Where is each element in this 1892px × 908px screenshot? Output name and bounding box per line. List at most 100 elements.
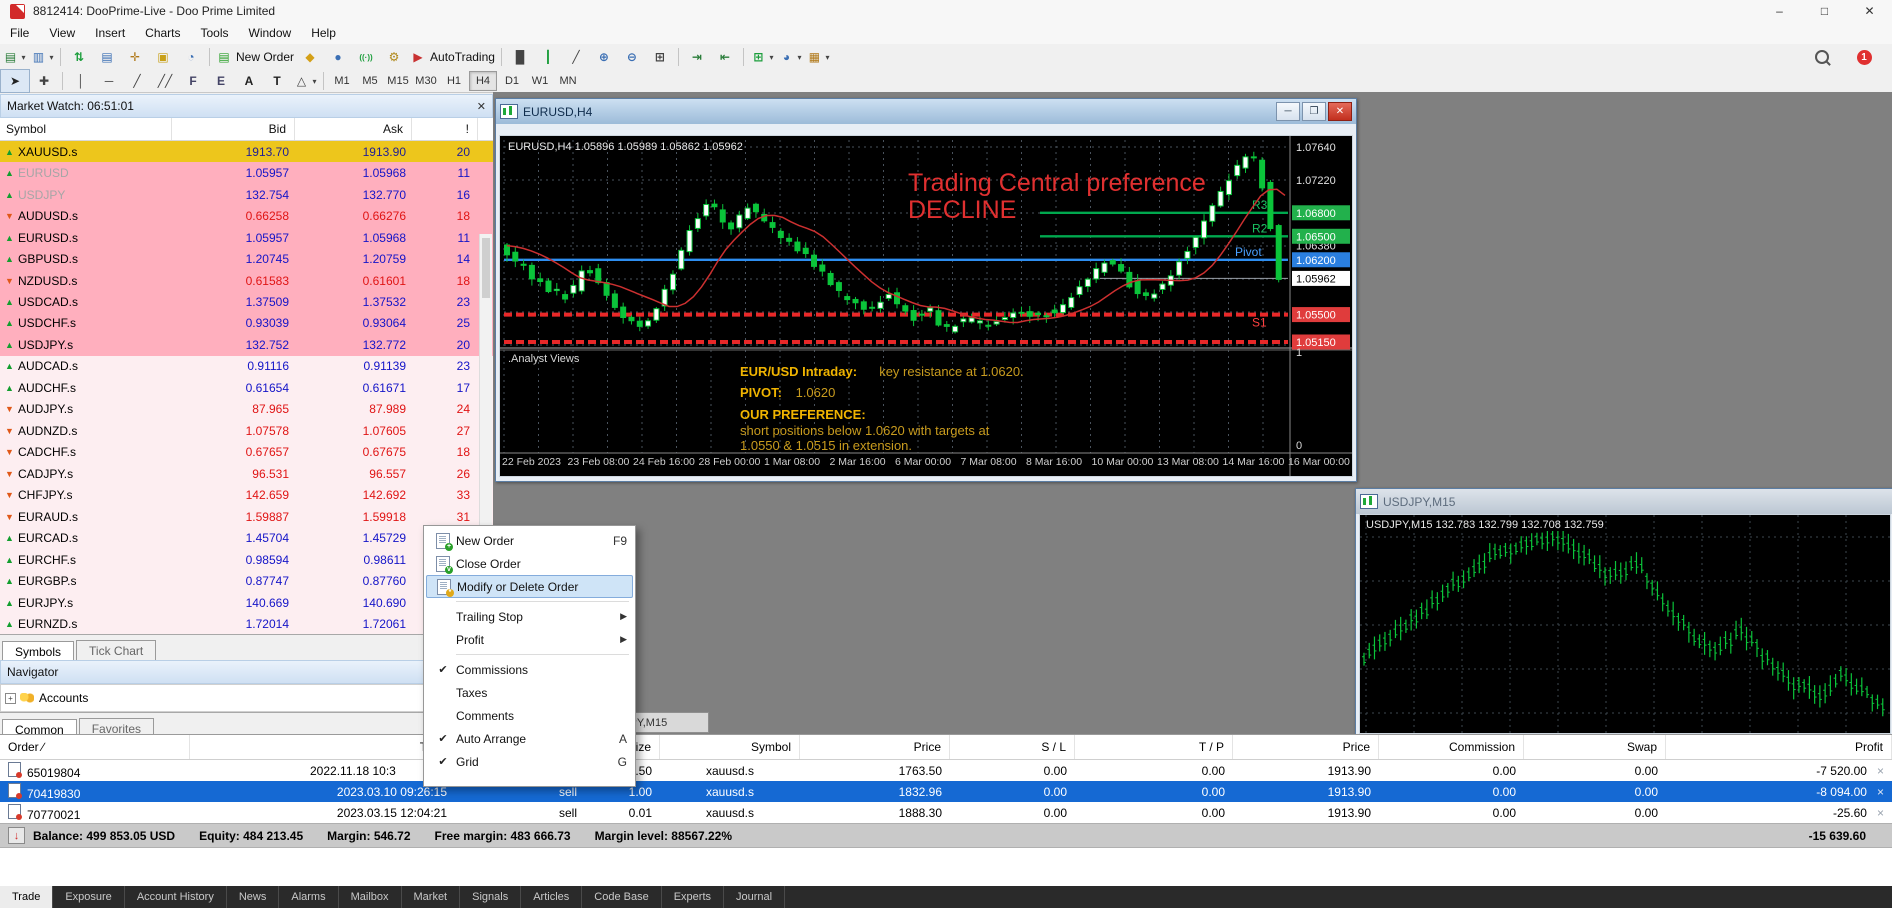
channel-button[interactable]: ╱╱ — [151, 70, 179, 92]
cursor-button[interactable]: ➤ — [0, 69, 30, 93]
market-watch-row-cadjpy.s[interactable]: ▼CADJPY.s96.53196.55726 — [0, 463, 493, 484]
toolbox-tab-signals[interactable]: Signals — [460, 886, 521, 908]
strategy-tester-button[interactable]: ◔ — [177, 46, 205, 68]
chart-usdjpy-canvas[interactable]: USDJPY,M15 132.783 132.799 132.708 132.7… — [1359, 514, 1891, 734]
toolbox-tab-account-history[interactable]: Account History — [125, 886, 227, 908]
toolbox-tab-code-base[interactable]: Code Base — [582, 886, 661, 908]
toolbox-tab-exposure[interactable]: Exposure — [53, 886, 124, 908]
terminal-col-symbol[interactable]: Symbol — [660, 735, 800, 759]
market-watch-row-gbpusd.s[interactable]: ▲GBPUSD.s1.207451.2075914 — [0, 248, 493, 269]
terminal-col-tp[interactable]: T / P — [1075, 735, 1233, 759]
timeframe-m1[interactable]: M1 — [329, 72, 355, 90]
balance-arrow-icon[interactable]: ↓ — [8, 827, 25, 844]
timeframe-mn[interactable]: MN — [555, 72, 581, 90]
terminal-col-swap[interactable]: Swap — [1524, 735, 1666, 759]
market-watch-row-eurusd[interactable]: ▲EURUSD1.059571.0596811 — [0, 162, 493, 183]
signals-button[interactable]: ((·)) — [352, 46, 380, 68]
market-watch-row-eurnzd.s[interactable]: ▲EURNZD.s1.720141.7206147 — [0, 613, 493, 634]
market-watch-row-audchf.s[interactable]: ▲AUDCHF.s0.616540.6167117 — [0, 377, 493, 398]
menu-tools[interactable]: Tools — [191, 23, 239, 43]
toolbox-tab-market[interactable]: Market — [402, 886, 461, 908]
timeframe-m5[interactable]: M5 — [357, 72, 383, 90]
autotrading-button[interactable]: ▶AutoTrading — [408, 46, 497, 68]
dropdown-caret-icon[interactable]: ▾ — [312, 77, 316, 86]
toolbox-tab-journal[interactable]: Journal — [724, 886, 785, 908]
market-watch-row-eurgbp.s[interactable]: ▲EURGBP.s0.877470.8776013 — [0, 570, 493, 591]
menu-item-close-order[interactable]: vClose Order — [426, 552, 633, 575]
toolbox-tab-articles[interactable]: Articles — [521, 886, 582, 908]
chart-restore-button[interactable]: ❐ — [1302, 102, 1326, 121]
new-order-button[interactable]: ▤New Order — [214, 46, 296, 68]
menu-item-modify-or-delete-order[interactable]: *Modify or Delete Order — [426, 575, 633, 598]
vline-button[interactable]: │ — [67, 70, 95, 92]
fibo-expansion-button[interactable]: E — [207, 70, 235, 92]
minimize-button[interactable]: – — [1757, 0, 1802, 22]
market-watch-row-xauusd.s[interactable]: ▲XAUUSD.s1913.701913.9020 — [0, 141, 493, 162]
menu-item-auto-arrange[interactable]: ✔Auto ArrangeA — [426, 727, 633, 750]
close-position-icon[interactable]: × — [1877, 785, 1884, 799]
market-watch-row-eurcad.s[interactable]: ▲EURCAD.s1.457041.4572925 — [0, 527, 493, 548]
fibonacci-button[interactable]: F — [179, 70, 207, 92]
market-watch-col-ask[interactable]: Ask — [295, 118, 412, 140]
bar-chart-button[interactable]: ▐▌ — [506, 46, 534, 68]
dropdown-caret-icon[interactable]: ▾ — [49, 53, 53, 62]
terminal-col-price[interactable]: Price — [800, 735, 950, 759]
candle-chart-button[interactable]: ┃ — [534, 46, 562, 68]
market-watch-row-audcad.s[interactable]: ▲AUDCAD.s0.911160.9113923 — [0, 356, 493, 377]
chart-window-usdjpy-titlebar[interactable]: USDJPY,M15 — [1356, 489, 1892, 514]
templates-button[interactable]: ▦▾ — [804, 46, 832, 68]
trendline-button[interactable]: ╱ — [123, 70, 151, 92]
crosshair-button[interactable]: ✚ — [30, 70, 58, 92]
dropdown-caret-icon[interactable]: ▾ — [21, 53, 25, 62]
menu-item-taxes[interactable]: Taxes — [426, 681, 633, 704]
market-watch-row-usdjpy.s[interactable]: ▲USDJPY.s132.752132.77220 — [0, 334, 493, 355]
tab-symbols[interactable]: Symbols — [2, 641, 74, 662]
experts-button[interactable]: ● — [324, 46, 352, 68]
tree-expander-icon[interactable]: + — [5, 693, 16, 704]
terminal-button[interactable]: ▣ — [149, 46, 177, 68]
menu-item-new-order[interactable]: +New OrderF9 — [426, 529, 633, 552]
chart-shift-button[interactable]: ⇤ — [711, 46, 739, 68]
tile-windows-button[interactable]: ⊞ — [646, 46, 674, 68]
label-button[interactable]: T — [263, 70, 291, 92]
menu-item-profit[interactable]: Profit▶ — [426, 628, 633, 651]
line-chart-button[interactable]: ╱ — [562, 46, 590, 68]
market-watch-col-spread[interactable]: ! — [412, 118, 478, 140]
terminal-col-price[interactable]: Price — [1233, 735, 1379, 759]
order-row-70419830[interactable]: 704198302023.03.10 09:26:15sell1.00xauus… — [0, 781, 1892, 802]
market-watch-row-audusd.s[interactable]: ▼AUDUSD.s0.662580.6627618 — [0, 205, 493, 226]
profiles-button[interactable]: ▥▾ — [28, 46, 56, 68]
auto-scroll-button[interactable]: ⇥ — [683, 46, 711, 68]
close-button[interactable]: ✕ — [1847, 0, 1892, 22]
market-watch-col-symbol[interactable]: Symbol — [0, 118, 172, 140]
indicators-button[interactable]: ⊞▾ — [748, 46, 776, 68]
navigator-button[interactable]: ✛ — [121, 46, 149, 68]
data-window-button[interactable]: ▤ — [93, 46, 121, 68]
menu-charts[interactable]: Charts — [135, 23, 190, 43]
market-watch-button[interactable]: ⇅ — [65, 46, 93, 68]
menu-file[interactable]: File — [0, 23, 39, 43]
menu-item-commissions[interactable]: ✔Commissions — [426, 658, 633, 681]
menu-item-comments[interactable]: Comments — [426, 704, 633, 727]
close-position-icon[interactable]: × — [1877, 806, 1884, 820]
terminal-col-order[interactable]: Order ∕ — [0, 735, 190, 759]
dropdown-caret-icon[interactable]: ▾ — [825, 53, 829, 62]
market-watch-row-chfjpy.s[interactable]: ▼CHFJPY.s142.659142.69233 — [0, 485, 493, 506]
timeframe-w1[interactable]: W1 — [527, 72, 553, 90]
order-row-70770021[interactable]: 707700212023.03.15 12:04:21sell0.01xauus… — [0, 802, 1892, 823]
chart-minimize-button[interactable]: ─ — [1276, 102, 1300, 121]
dropdown-caret-icon[interactable]: ▾ — [769, 53, 773, 62]
terminal-col-commission[interactable]: Commission — [1379, 735, 1524, 759]
market-watch-row-usdchf.s[interactable]: ▲USDCHF.s0.930390.9306425 — [0, 313, 493, 334]
text-button[interactable]: A — [235, 70, 263, 92]
menu-insert[interactable]: Insert — [85, 23, 135, 43]
timeframe-m15[interactable]: M15 — [385, 72, 411, 90]
zoom-in-button[interactable]: ⊕ — [590, 46, 618, 68]
metaeditor-button[interactable]: ◆ — [296, 46, 324, 68]
toolbox-tab-mailbox[interactable]: Mailbox — [339, 886, 402, 908]
toolbox-tab-trade[interactable]: Trade — [0, 886, 53, 908]
dropdown-caret-icon[interactable]: ▾ — [797, 53, 801, 62]
market-watch-row-eurchf.s[interactable]: ▲EURCHF.s0.985940.9861117 — [0, 549, 493, 570]
periods-button[interactable]: ◕▾ — [776, 46, 804, 68]
toolbox-tab-alarms[interactable]: Alarms — [279, 886, 338, 908]
